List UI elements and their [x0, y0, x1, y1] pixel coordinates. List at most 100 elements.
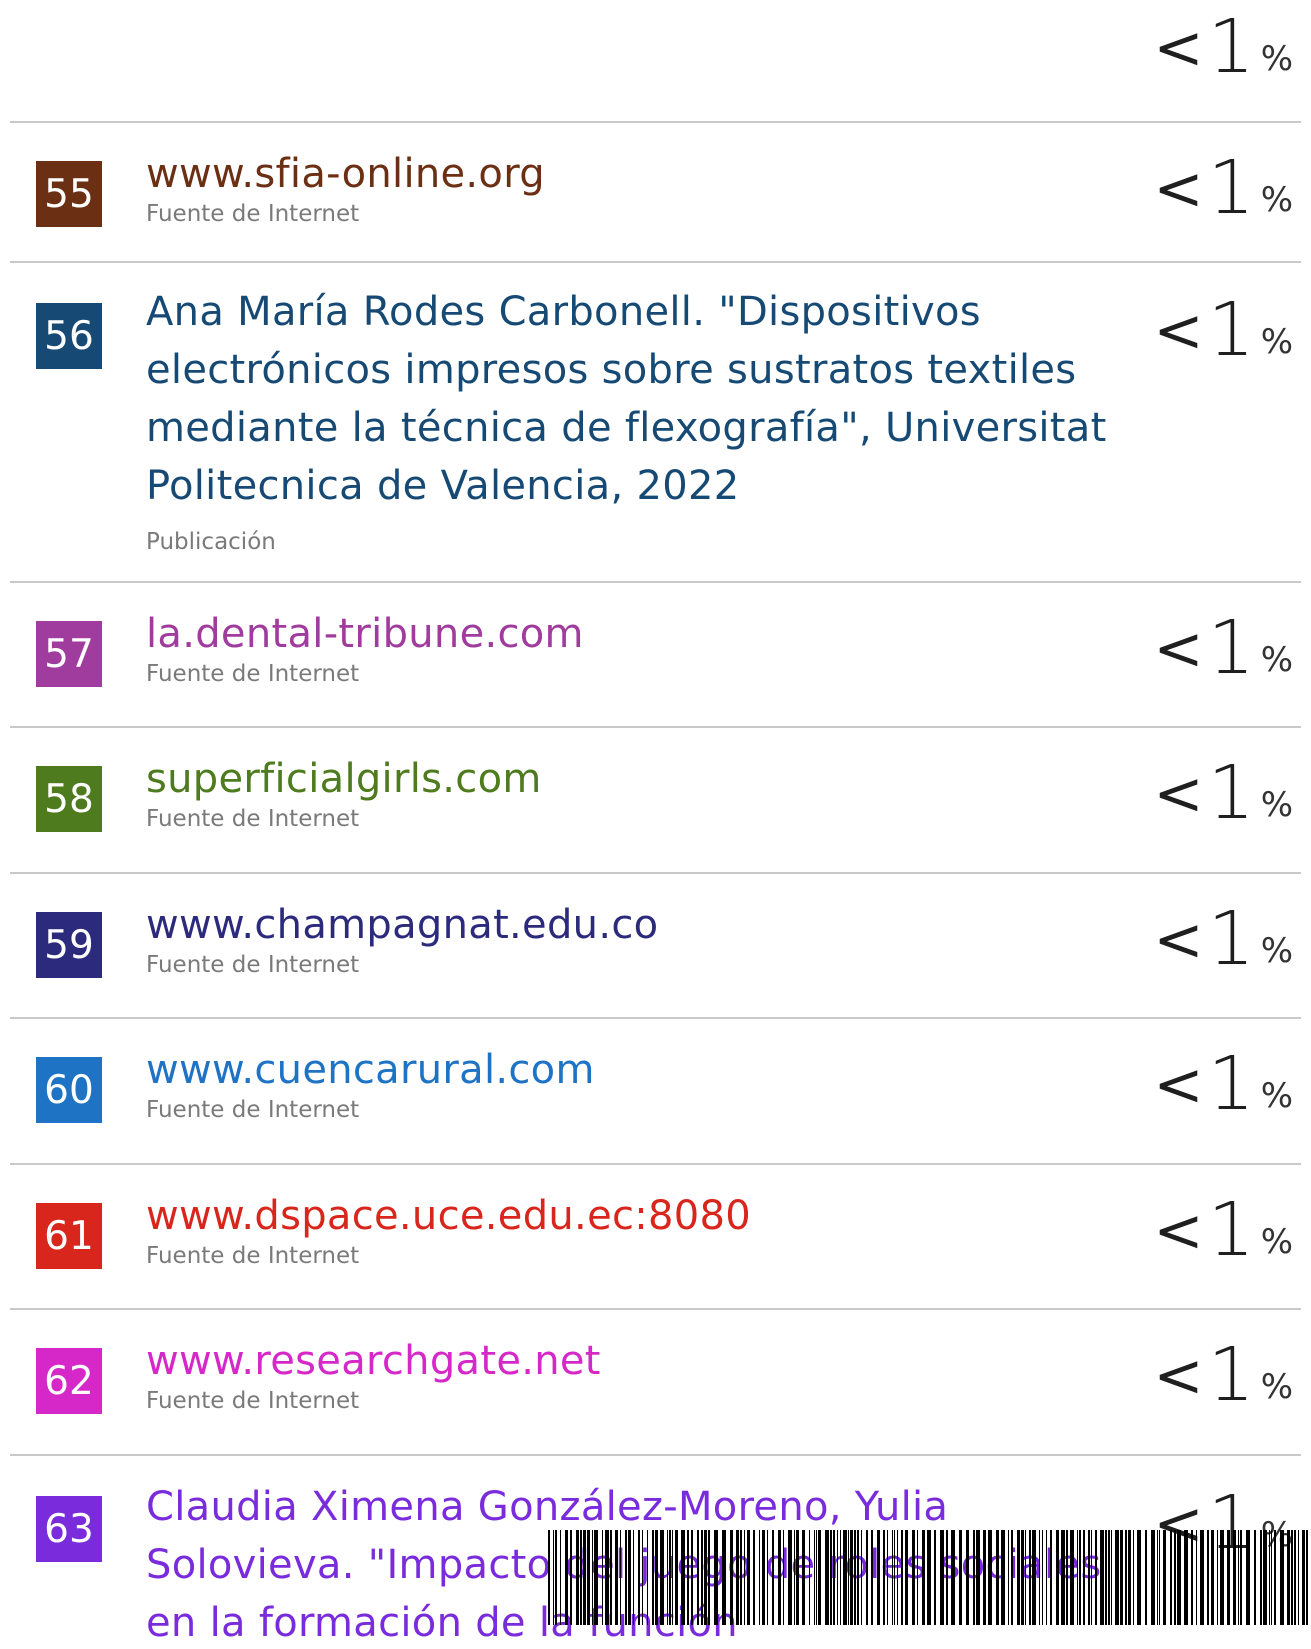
source-title[interactable]: www.researchgate.net: [146, 1332, 1121, 1390]
barcode-bar: [747, 1530, 750, 1625]
barcode-bar: [1302, 1530, 1305, 1625]
percent-symbol: %: [1260, 640, 1293, 680]
source-title[interactable]: www.sfia-online.org: [146, 145, 1121, 203]
similarity-percent: < 1 %: [1153, 611, 1293, 685]
barcode-bar: [753, 1530, 755, 1625]
percent-symbol: %: [1260, 931, 1293, 971]
percent-value: 1: [1207, 1041, 1255, 1127]
percent-value: 1: [1207, 145, 1255, 231]
barcode-bar: [669, 1530, 671, 1625]
barcode-bar: [818, 1530, 821, 1625]
barcode-bar: [1274, 1530, 1276, 1625]
percent-symbol: %: [1260, 1222, 1293, 1262]
less-than-symbol: <: [1153, 759, 1204, 829]
source-title[interactable]: superficialgirls.com: [146, 750, 1121, 808]
barcode-bar: [605, 1530, 609, 1625]
source-title[interactable]: la.dental-tribune.com: [146, 605, 1121, 663]
barcode-bar: [1079, 1530, 1081, 1625]
similarity-percent: < 1 %: [1153, 902, 1293, 976]
barcode-bar: [697, 1530, 699, 1625]
barcode-bar: [905, 1530, 908, 1625]
source-row-56[interactable]: 56 Ana María Rodes Carbonell. "Dispositi…: [0, 263, 1311, 579]
barcode-bar: [1105, 1530, 1107, 1625]
barcode-bar: [1029, 1530, 1031, 1625]
barcode-bar: [983, 1530, 986, 1625]
less-than-symbol: <: [1153, 614, 1204, 684]
source-number-badge: 58: [36, 766, 102, 832]
source-number-badge: 59: [36, 912, 102, 978]
barcode-bar: [877, 1530, 880, 1625]
source-row-61[interactable]: 61 www.dspace.uce.edu.ec:8080 Fuente de …: [0, 1165, 1311, 1303]
barcode-bar: [1294, 1530, 1296, 1625]
similarity-percent: < 1 %: [1153, 1193, 1293, 1267]
source-row-60[interactable]: 60 www.cuencarural.com Fuente de Interne…: [0, 1019, 1311, 1157]
barcode-bar: [1115, 1530, 1119, 1625]
source-title[interactable]: www.champagnat.edu.co: [146, 896, 1121, 954]
barcode-bar: [794, 1530, 795, 1625]
barcode-bar: [1070, 1530, 1074, 1625]
barcode-bar: [1191, 1530, 1193, 1625]
barcode-bar: [1211, 1530, 1214, 1625]
barcode-bar: [1056, 1530, 1059, 1625]
barcode-bar: [1298, 1530, 1299, 1625]
source-type: Fuente de Internet: [146, 201, 360, 227]
barcode-bar: [722, 1530, 726, 1625]
barcode-bar: [570, 1530, 572, 1625]
barcode-bar: [1269, 1530, 1270, 1625]
barcode-bar: [587, 1530, 590, 1625]
barcode-bar: [772, 1530, 774, 1625]
barcode-bar: [796, 1530, 799, 1625]
barcode-bar: [1217, 1530, 1218, 1625]
source-title[interactable]: www.cuencarural.com: [146, 1041, 1121, 1099]
source-title[interactable]: www.dspace.uce.edu.ec:8080: [146, 1187, 1121, 1245]
barcode-bar: [642, 1530, 643, 1625]
barcode-bar: [861, 1530, 862, 1625]
barcode-bar: [901, 1530, 903, 1625]
barcode-bar: [848, 1530, 849, 1625]
barcode-bar: [1100, 1530, 1104, 1625]
barcode-bar: [1291, 1530, 1293, 1625]
barcode-bar: [1174, 1530, 1176, 1625]
less-than-symbol: <: [1153, 1341, 1204, 1411]
source-title[interactable]: Ana María Rodes Carbonell. "Dispositivos…: [146, 283, 1121, 515]
barcode-bar: [940, 1530, 944, 1625]
barcode-bar: [927, 1530, 931, 1625]
barcode-bar: [1061, 1530, 1065, 1625]
barcode-bar: [830, 1530, 832, 1625]
percent-value: 1: [1207, 4, 1255, 90]
similarity-percent: < 1 %: [1153, 10, 1293, 84]
barcode-bar: [1077, 1530, 1078, 1625]
barcode-bar: [894, 1530, 895, 1625]
barcode-bar: [628, 1530, 631, 1625]
barcode-bar: [809, 1530, 810, 1625]
barcode-bar: [1032, 1530, 1036, 1625]
barcode-bar: [912, 1530, 915, 1625]
source-number-badge: 60: [36, 1057, 102, 1123]
barcode-bar: [767, 1530, 768, 1625]
barcode-bar: [1227, 1530, 1230, 1625]
barcode-bar: [762, 1530, 765, 1625]
less-than-symbol: <: [1153, 13, 1204, 83]
barcode-bar: [1120, 1530, 1123, 1625]
barcode-bar: [553, 1530, 554, 1625]
source-row-59[interactable]: 59 www.champagnat.edu.co Fuente de Inter…: [0, 874, 1311, 1012]
source-row-62[interactable]: 62 www.researchgate.net Fuente de Intern…: [0, 1310, 1311, 1448]
barcode-bar: [1025, 1530, 1026, 1625]
source-type: Fuente de Internet: [146, 806, 360, 832]
barcode-bar: [1133, 1530, 1134, 1625]
source-row-57[interactable]: 57 la.dental-tribune.com Fuente de Inter…: [0, 583, 1311, 721]
barcode-bar: [675, 1530, 678, 1625]
barcode-bar: [843, 1530, 847, 1625]
barcode-bar: [1066, 1530, 1068, 1625]
barcode-bar: [802, 1530, 805, 1625]
barcode-bar: [615, 1530, 618, 1625]
barcode-bar: [1039, 1530, 1040, 1625]
previous-entry-percent-area: < 1 %: [0, 0, 1311, 123]
barcode-bar: [1157, 1530, 1158, 1625]
percent-value: 1: [1207, 1332, 1255, 1418]
barcode-bar: [857, 1530, 859, 1625]
barcode-bar: [996, 1530, 999, 1625]
source-row-55[interactable]: 55 www.sfia-online.org Fuente de Interne…: [0, 123, 1311, 261]
source-row-58[interactable]: 58 superficialgirls.com Fuente de Intern…: [0, 728, 1311, 866]
percent-symbol: %: [1260, 39, 1293, 79]
